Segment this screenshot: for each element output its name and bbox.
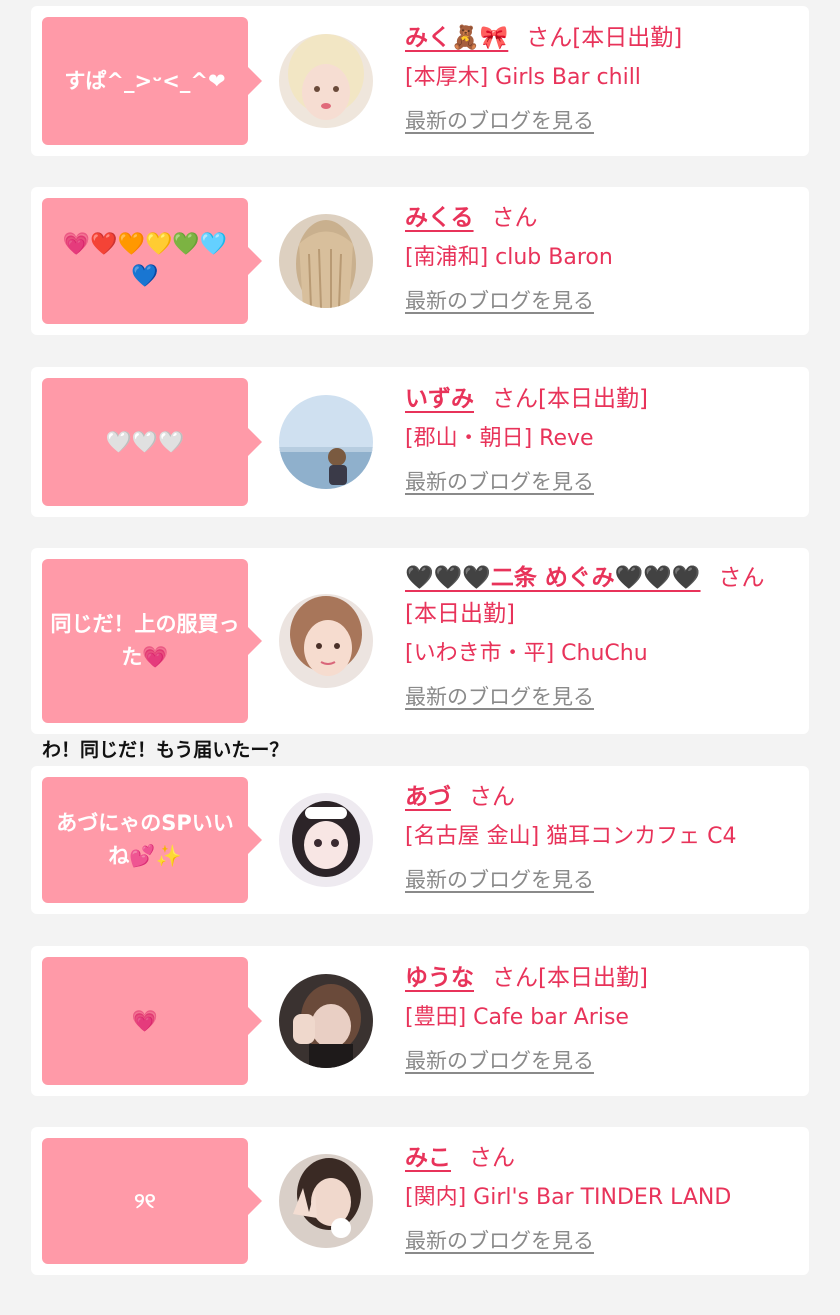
shop-label: [南浦和] club Baron <box>405 245 613 270</box>
latest-blog-link[interactable]: 最新のブログを見る <box>405 865 594 895</box>
avatar[interactable] <box>279 34 373 128</box>
comment-bubble: すぱ^_>ᵕ<_^❤ <box>42 17 262 145</box>
honorific: さん <box>469 784 515 810</box>
girl-name-link[interactable]: みこ <box>405 1145 451 1171</box>
status-label: [本日出勤] <box>538 965 648 991</box>
avatar[interactable] <box>279 793 373 887</box>
avatar[interactable] <box>279 974 373 1068</box>
honorific: さん <box>491 205 538 231</box>
comment-bubble: 🤍🤍🤍 <box>42 378 262 506</box>
comment-bubble: ୨୧ <box>42 1138 262 1264</box>
list-item: 💗 ゆうな さん[本日出勤] [豊田] Cafe bar Arise 最新のブログ… <box>31 946 809 1096</box>
honorific: さん <box>469 1145 515 1171</box>
list-item: 🤍🤍🤍 いずみ さん[本日出勤] [郡山・朝日] Reve 最新のブログを見る <box>31 367 809 517</box>
avatar[interactable] <box>279 214 373 308</box>
latest-blog-link[interactable]: 最新のブログを見る <box>405 1046 594 1076</box>
comment-bubble: 💗❤️🧡💛💚🩵💙 <box>42 198 262 324</box>
girl-name-link[interactable]: あづ <box>405 784 451 810</box>
list-item: 同じだ！上の服買った💗 🖤🖤🖤二条 めぐみ🖤🖤🖤 さん [本日出勤] [いわき市・平… <box>31 548 809 734</box>
avatar[interactable] <box>279 1154 373 1248</box>
latest-blog-link[interactable]: 最新のブログを見る <box>405 467 594 497</box>
status-label: [本日出勤] <box>538 386 648 412</box>
honorific: さん <box>492 386 538 412</box>
girl-name-link[interactable]: ゆうな <box>405 965 474 991</box>
comment-bubble: 💗 <box>42 957 262 1085</box>
list-item: すぱ^_>ᵕ<_^❤ みく🧸🎀 さん[本日出勤] [本厚木] Girls Bar … <box>31 6 809 156</box>
avatar[interactable] <box>279 594 373 688</box>
avatar[interactable] <box>279 395 373 489</box>
status-label: [本日出勤] <box>572 25 683 51</box>
shop-label: [郡山・朝日] Reve <box>405 426 594 451</box>
girl-name-link[interactable]: 🖤🖤🖤二条 めぐみ🖤🖤🖤 <box>405 565 701 591</box>
shop-label: [豊田] Cafe bar Arise <box>405 1005 629 1030</box>
list-item: ୨୧ みこ さん [関内] Girl's Bar TINDER LAND 最新のブ… <box>31 1127 809 1275</box>
shop-label: [名古屋 金山] 猫耳コンカフェ C4 <box>405 824 737 849</box>
comment-bubble: あづにゃのSPいいね💕✨ <box>42 777 262 903</box>
latest-blog-link[interactable]: 最新のブログを見る <box>405 682 594 712</box>
girl-name-link[interactable]: みく🧸🎀 <box>405 25 508 51</box>
girl-name-link[interactable]: みくる <box>405 205 474 231</box>
honorific: さん <box>526 25 573 51</box>
honorific: さん <box>718 565 765 591</box>
shop-label: [本厚木] Girls Bar chill <box>405 65 641 90</box>
honorific: さん <box>492 965 538 991</box>
comment-bubble: 同じだ！上の服買った💗 <box>42 559 262 723</box>
list-item: あづにゃのSPいいね💕✨ あづ さん [名古屋 金山] 猫耳コンカフェ C4 最新… <box>31 766 809 914</box>
status-label: [本日出勤] <box>405 601 515 627</box>
shop-label: [いわき市・平] ChuChu <box>405 641 648 666</box>
girls-comment-list: すぱ^_>ᵕ<_^❤ みく🧸🎀 さん[本日出勤] [本厚木] Girls Bar … <box>0 0 840 1315</box>
latest-blog-link[interactable]: 最新のブログを見る <box>405 286 594 316</box>
latest-blog-link[interactable]: 最新のブログを見る <box>405 106 594 136</box>
girl-name-link[interactable]: いずみ <box>405 386 474 412</box>
list-item: 💗❤️🧡💛💚🩵💙 みくる さん [南浦和] club Baron 最新のブログを見… <box>31 187 809 335</box>
shop-label: [関内] Girl's Bar TINDER LAND <box>405 1185 732 1210</box>
overlay-comment: わ！同じだ！もう届いたー？ <box>42 739 289 761</box>
latest-blog-link[interactable]: 最新のブログを見る <box>405 1226 594 1256</box>
